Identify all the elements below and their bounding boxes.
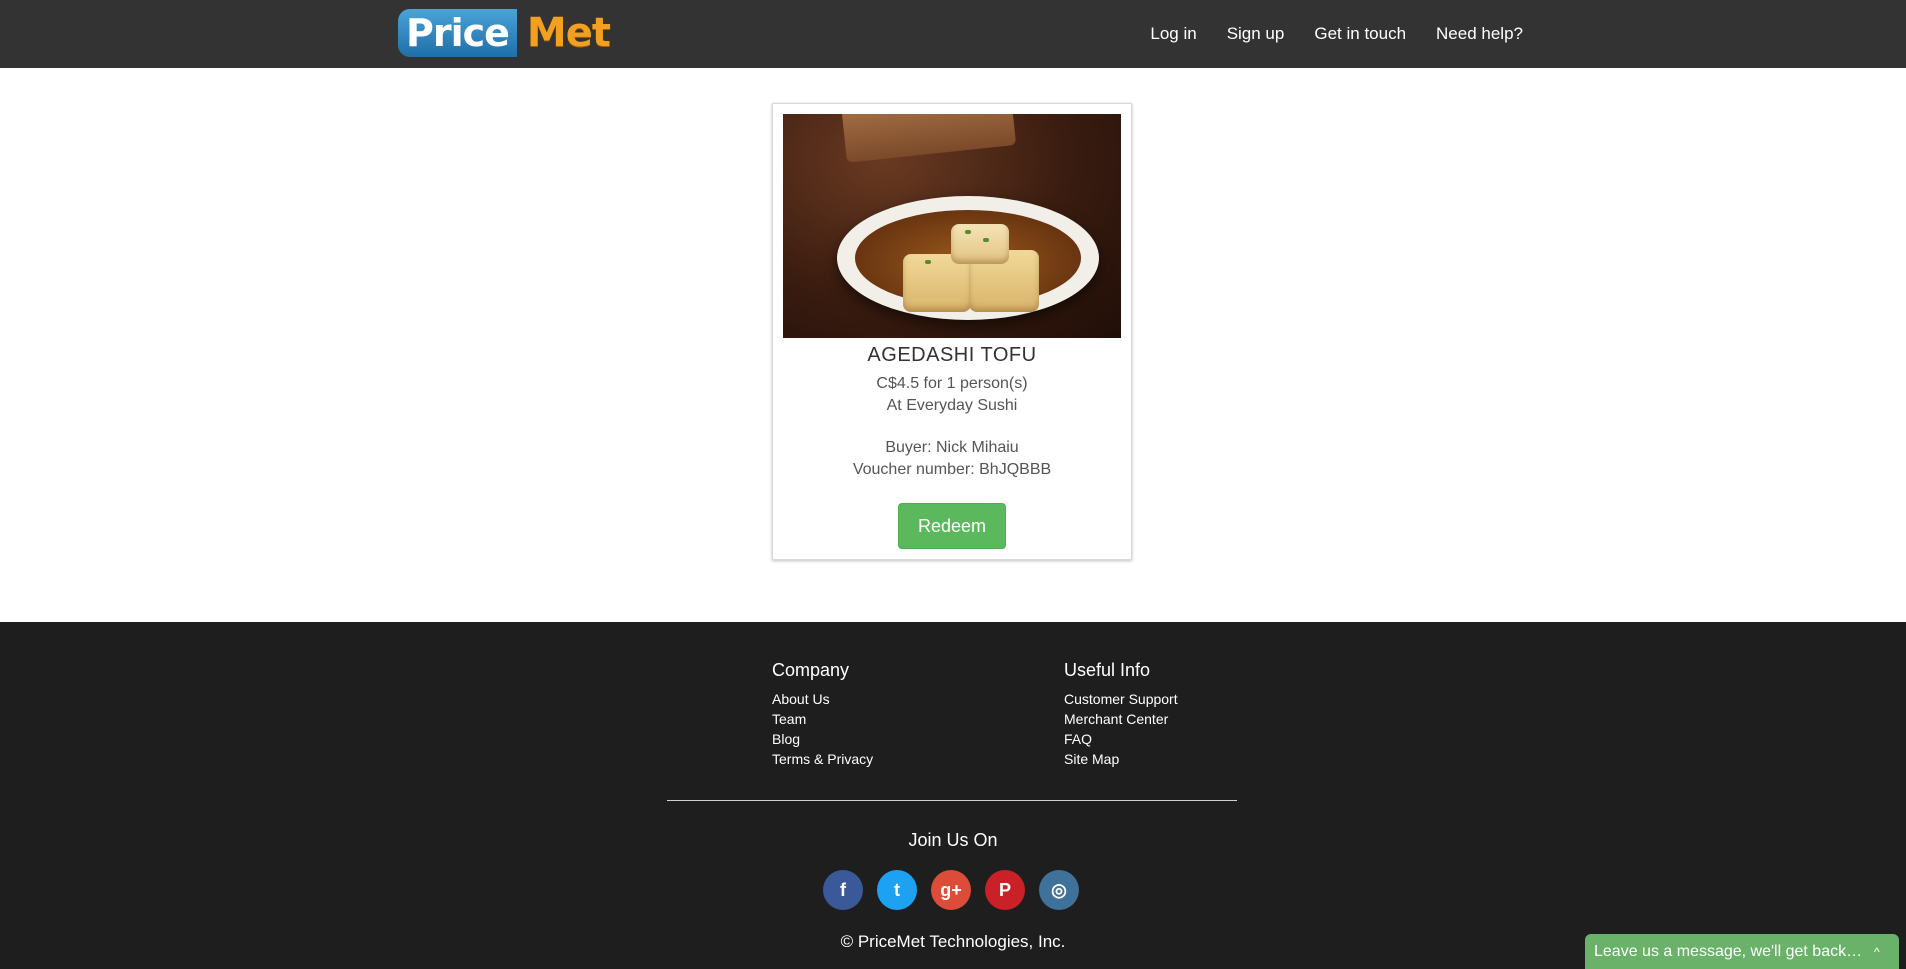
footer-link-terms-privacy[interactable]: Terms & Privacy xyxy=(772,749,873,769)
footer-useful-column: Useful Info Customer Support Merchant Ce… xyxy=(1064,660,1178,769)
bowl xyxy=(837,196,1099,320)
garnish xyxy=(983,238,989,242)
nav-need-help[interactable]: Need help? xyxy=(1436,24,1523,44)
wooden-board xyxy=(839,114,1017,163)
facebook-icon[interactable]: f xyxy=(823,870,863,910)
chat-widget[interactable]: Leave us a message, we'll get back to yo… xyxy=(1585,934,1899,969)
voucher-number: Voucher number: BhJQBBB xyxy=(852,461,1052,478)
pricemet-logo[interactable]: Price Met xyxy=(398,9,611,57)
twitter-icon[interactable]: t xyxy=(877,870,917,910)
footer: Company About Us Team Blog Terms & Priva… xyxy=(0,622,1906,969)
footer-company-column: Company About Us Team Blog Terms & Priva… xyxy=(772,660,873,769)
chevron-up-icon: ^ xyxy=(1874,944,1880,959)
logo-price-text: Price xyxy=(398,9,517,57)
join-us-heading: Join Us On xyxy=(908,830,998,850)
footer-divider xyxy=(667,800,1237,801)
footer-link-faq[interactable]: FAQ xyxy=(1064,729,1178,749)
footer-link-about-us[interactable]: About Us xyxy=(772,689,873,709)
buyer-name: Buyer: Nick Mihaiu xyxy=(885,439,1019,456)
footer-link-blog[interactable]: Blog xyxy=(772,729,873,749)
redeem-button[interactable]: Redeem xyxy=(898,503,1006,549)
footer-link-customer-support[interactable]: Customer Support xyxy=(1064,689,1178,709)
google-plus-icon[interactable]: g+ xyxy=(931,870,971,910)
voucher-card: AGEDASHI TOFU C$4.5 for 1 person(s) At E… xyxy=(772,103,1132,560)
top-navbar: Price Met Log in Sign up Get in touch Ne… xyxy=(0,0,1906,68)
footer-link-site-map[interactable]: Site Map xyxy=(1064,749,1178,769)
footer-useful-heading: Useful Info xyxy=(1064,660,1151,680)
footer-link-merchant-center[interactable]: Merchant Center xyxy=(1064,709,1178,729)
garnish xyxy=(965,230,971,234)
deal-photo xyxy=(783,114,1121,338)
tofu-piece xyxy=(951,224,1009,264)
deal-price: C$4.5 for 1 person(s) xyxy=(876,375,1028,392)
logo-met-text: Met xyxy=(526,10,611,56)
deal-title: AGEDASHI TOFU xyxy=(867,344,1037,366)
nav-log-in[interactable]: Log in xyxy=(1150,24,1196,44)
instagram-icon[interactable]: ◎ xyxy=(1039,870,1079,910)
garnish xyxy=(925,260,931,264)
social-links: f t g+ P ◎ xyxy=(823,870,1079,910)
footer-link-team[interactable]: Team xyxy=(772,709,873,729)
nav-sign-up[interactable]: Sign up xyxy=(1227,24,1285,44)
nav-get-in-touch[interactable]: Get in touch xyxy=(1314,24,1406,44)
deal-venue: At Everyday Sushi xyxy=(886,397,1018,414)
pinterest-icon[interactable]: P xyxy=(985,870,1025,910)
header-nav: Log in Sign up Get in touch Need help? xyxy=(1150,0,1523,68)
chat-widget-label: Leave us a message, we'll get back to yo… xyxy=(1594,942,1864,960)
broth xyxy=(855,210,1081,312)
footer-company-heading: Company xyxy=(772,660,850,680)
